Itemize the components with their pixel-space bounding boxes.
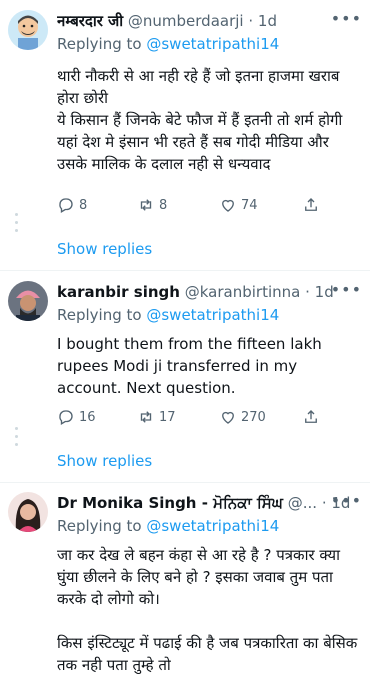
reply-count: 16 (79, 409, 96, 425)
user-handle[interactable]: @... (288, 494, 317, 512)
thread-connector-dots (15, 427, 19, 451)
more-horizontal-icon[interactable]: ••• (331, 10, 362, 28)
timestamp[interactable]: · 1d (305, 283, 334, 301)
heart-icon (222, 199, 234, 212)
retweet-button[interactable]: 17 (137, 407, 176, 427)
retweet-count: 17 (159, 409, 176, 425)
reply-icon (59, 198, 73, 213)
avatar[interactable] (8, 492, 48, 532)
reply-button[interactable]: 8 (57, 195, 87, 215)
heart-icon (222, 411, 234, 424)
more-horizontal-icon[interactable]: ••• (331, 492, 362, 510)
tweet-paragraph: ये किसान हैं जिनके बेटे फौज में हैं इतनी… (57, 111, 343, 173)
divider (0, 482, 370, 483)
like-button[interactable]: 270 (219, 407, 266, 427)
avatar[interactable] (8, 281, 48, 321)
replying-to-label: Replying to (57, 35, 142, 53)
retweet-icon (140, 199, 152, 211)
tweet-actions: 16 17 270 (57, 407, 347, 427)
tweet-numberdaarji[interactable]: नम्बरदार जी @numberdaarji · 1d ••• Reply… (0, 10, 370, 260)
retweet-count: 8 (159, 197, 168, 213)
like-count: 270 (241, 409, 266, 425)
tweet-header: नम्बरदार जी @numberdaarji · 1d (57, 10, 358, 32)
divider (0, 270, 370, 271)
replying-to-handle[interactable]: @swetatripathi14 (146, 517, 279, 535)
show-replies-link[interactable]: Show replies (57, 239, 152, 259)
display-name[interactable]: karanbir singh (57, 283, 180, 301)
more-horizontal-icon[interactable]: ••• (331, 281, 362, 299)
replying-to-handle[interactable]: @swetatripathi14 (146, 306, 279, 324)
tweet-text: I bought them from the fifteen lakh rupe… (57, 333, 363, 399)
tweet-paragraph: जा कर देख ले बहन कंहा से आ रहे है ? पत्र… (57, 546, 340, 608)
tweet-text: जा कर देख ले बहन कंहा से आ रहे है ? पत्र… (57, 544, 363, 676)
display-name[interactable]: नम्बरदार जी (57, 12, 123, 30)
share-button[interactable] (302, 407, 320, 427)
replying-to: Replying to @swetatripathi14 (57, 304, 279, 326)
like-button[interactable]: 74 (219, 195, 258, 215)
timestamp[interactable]: · 1d (248, 12, 277, 30)
tweet-paragraph: I bought them from the fifteen lakh rupe… (57, 335, 322, 397)
tweet-paragraph: किस इंस्टिट्यूट में पढाई की है जब पत्रका… (57, 634, 358, 674)
tweet-karanbirtinna[interactable]: karanbir singh @karanbirtinna · 1d ••• R… (0, 281, 370, 481)
tweet-header: karanbir singh @karanbirtinna · 1d (57, 281, 358, 303)
avatar[interactable] (8, 10, 48, 50)
tweet-actions: 8 8 74 (57, 195, 347, 215)
tweet-text: थारी नौकरी से आ नही रहे हैं जो इतना हाजम… (57, 65, 363, 175)
like-count: 74 (241, 197, 258, 213)
retweet-icon (140, 411, 152, 423)
show-replies-link[interactable]: Show replies (57, 451, 152, 471)
share-icon (305, 410, 317, 423)
replying-to-label: Replying to (57, 517, 142, 535)
replying-to-handle[interactable]: @swetatripathi14 (146, 35, 279, 53)
tweet-header: Dr Monika Singh - ਮੋਨਿਕਾ ਸਿੰਘ @... · 1d (57, 492, 358, 514)
share-button[interactable] (302, 195, 320, 215)
display-name[interactable]: Dr Monika Singh - ਮੋਨਿਕਾ ਸਿੰਘ (57, 494, 283, 512)
replying-to: Replying to @swetatripathi14 (57, 33, 279, 55)
reply-count: 8 (79, 197, 88, 213)
share-icon (305, 198, 317, 211)
user-handle[interactable]: @karanbirtinna (185, 283, 301, 301)
reply-button[interactable]: 16 (57, 407, 96, 427)
replying-to-label: Replying to (57, 306, 142, 324)
tweet-paragraph: थारी नौकरी से आ नही रहे हैं जो इतना हाजम… (57, 67, 340, 107)
thread-connector-dots (15, 213, 19, 237)
user-handle[interactable]: @numberdaarji (128, 12, 244, 30)
retweet-button[interactable]: 8 (137, 195, 167, 215)
reply-icon (59, 410, 73, 425)
tweet-monika-singh[interactable]: Dr Monika Singh - ਮੋਨਿਕਾ ਸਿੰਘ @... · 1d … (0, 492, 370, 700)
replying-to: Replying to @swetatripathi14 (57, 515, 279, 537)
